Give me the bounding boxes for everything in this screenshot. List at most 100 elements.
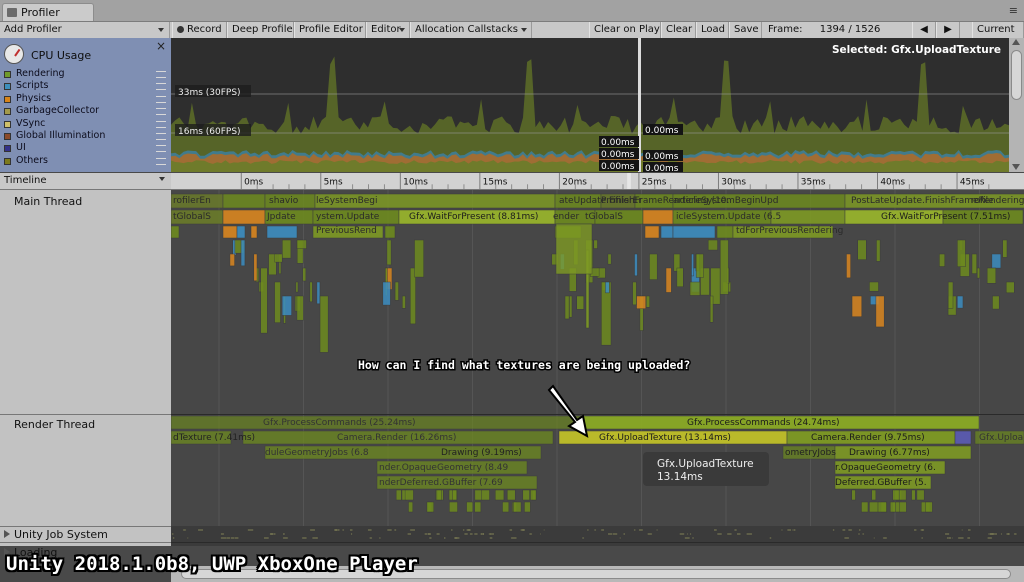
sample-block[interactable]: [1005, 281, 1015, 294]
job-sample[interactable]: [489, 536, 493, 540]
cpu-usage-graph[interactable]: 33ms (30FPS) 16ms (60FPS) Selected: Gfx.Up…: [171, 38, 1009, 172]
time-ruler[interactable]: 0ms 5ms 10ms 15ms 20ms 25ms 30ms 35ms 40ms 45ms: [171, 173, 1024, 190]
sample-block[interactable]: [869, 281, 879, 292]
clear-on-play-button[interactable]: Clear on Play: [589, 22, 661, 38]
window-menu-icon[interactable]: ≡: [1009, 4, 1018, 17]
save-button[interactable]: Save: [729, 22, 762, 38]
legend-item[interactable]: Rendering: [4, 68, 169, 80]
job-sample[interactable]: [638, 528, 644, 532]
job-sample[interactable]: [736, 532, 742, 536]
job-sample[interactable]: [769, 536, 772, 540]
sample-block[interactable]: [474, 489, 483, 501]
record-button[interactable]: Record: [172, 22, 227, 38]
job-sample[interactable]: [520, 528, 526, 532]
job-sample[interactable]: [686, 532, 689, 536]
job-sample[interactable]: [269, 532, 274, 536]
sample-block[interactable]: [395, 489, 402, 501]
sample-block[interactable]: [295, 281, 299, 293]
close-icon[interactable]: ×: [156, 39, 166, 53]
job-sample[interactable]: [466, 528, 471, 532]
job-sample[interactable]: [593, 528, 597, 532]
sample-block[interactable]: [876, 239, 881, 262]
job-sample[interactable]: [716, 532, 723, 536]
job-sample[interactable]: [781, 528, 783, 532]
job-sample[interactable]: [843, 536, 850, 540]
job-sample[interactable]: [543, 528, 545, 532]
job-sample[interactable]: [841, 528, 846, 532]
sample-block[interactable]: [576, 295, 585, 310]
sample-block[interactable]: [386, 239, 392, 266]
sample-block[interactable]: [222, 209, 266, 225]
vertical-scrollbar[interactable]: [1009, 38, 1024, 172]
job-sample[interactable]: [427, 532, 432, 536]
sample-block[interactable]: [770, 209, 846, 225]
sample-block[interactable]: [709, 295, 714, 323]
sample-block[interactable]: [382, 281, 391, 306]
job-sample[interactable]: [220, 536, 227, 540]
sample-block[interactable]: [716, 225, 734, 239]
job-sample[interactable]: [539, 532, 542, 536]
sample-block[interactable]: [939, 253, 946, 267]
sample-block[interactable]: [474, 501, 482, 513]
job-sample[interactable]: [612, 532, 618, 536]
sample-block[interactable]: [452, 489, 457, 501]
sample-block[interactable]: [976, 267, 980, 279]
job-sample[interactable]: [873, 536, 876, 540]
sample-block[interactable]: [605, 281, 610, 294]
sample-block[interactable]: [665, 267, 672, 293]
sample-block[interactable]: [871, 489, 877, 501]
job-sample[interactable]: [793, 528, 796, 532]
job-sample[interactable]: [469, 532, 474, 536]
job-sample[interactable]: [944, 532, 950, 536]
job-sample[interactable]: [453, 536, 460, 540]
sample-block[interactable]: [384, 225, 396, 239]
job-sample[interactable]: [791, 528, 794, 532]
sample-block[interactable]: [877, 501, 887, 513]
legend-item[interactable]: Physics: [4, 93, 169, 105]
sample-block[interactable]: [394, 281, 399, 301]
sample-block[interactable]: [676, 267, 684, 287]
job-sample[interactable]: [172, 536, 175, 540]
job-sample[interactable]: [463, 532, 469, 536]
job-sample[interactable]: [691, 536, 695, 540]
job-sample[interactable]: [951, 536, 953, 540]
sample-block[interactable]: [506, 489, 516, 501]
job-sample[interactable]: [581, 536, 585, 540]
sample-block[interactable]: [260, 267, 268, 334]
job-sample[interactable]: [282, 536, 289, 540]
job-sample[interactable]: [987, 536, 993, 540]
job-sample[interactable]: [746, 532, 753, 536]
job-sample[interactable]: [832, 528, 835, 532]
sample-block[interactable]: [892, 489, 900, 501]
sample-block[interactable]: [274, 253, 283, 263]
job-sample[interactable]: [341, 528, 345, 532]
job-sample[interactable]: [462, 528, 465, 532]
group-main-thread[interactable]: Main Thread: [14, 195, 82, 208]
sample-block[interactable]: [660, 225, 674, 239]
job-sample[interactable]: [349, 528, 353, 532]
job-sample[interactable]: [967, 528, 972, 532]
job-sample[interactable]: [509, 528, 513, 532]
job-sample[interactable]: [473, 532, 479, 536]
job-sample[interactable]: [647, 532, 653, 536]
load-button[interactable]: Load: [696, 22, 729, 38]
sample-block[interactable]: [593, 239, 598, 249]
job-sample[interactable]: [528, 532, 533, 536]
sample-block[interactable]: [408, 501, 414, 513]
sample-block[interactable]: [222, 193, 266, 209]
sample-block[interactable]: [524, 501, 531, 513]
job-sample[interactable]: [921, 536, 924, 540]
sample-block[interactable]: [986, 267, 997, 284]
sample-block[interactable]: [861, 501, 869, 513]
sample-block[interactable]: [851, 489, 856, 501]
job-sample[interactable]: [407, 532, 412, 536]
job-sample[interactable]: [197, 528, 204, 532]
legend-item[interactable]: UI: [4, 142, 169, 154]
job-sample[interactable]: [428, 536, 433, 540]
sample-block[interactable]: [171, 225, 180, 239]
sample-block[interactable]: [719, 239, 729, 295]
sample-block[interactable]: [266, 225, 298, 239]
job-sample[interactable]: [409, 528, 416, 532]
sample-block[interactable]: [925, 501, 933, 513]
job-sample[interactable]: [726, 532, 733, 536]
